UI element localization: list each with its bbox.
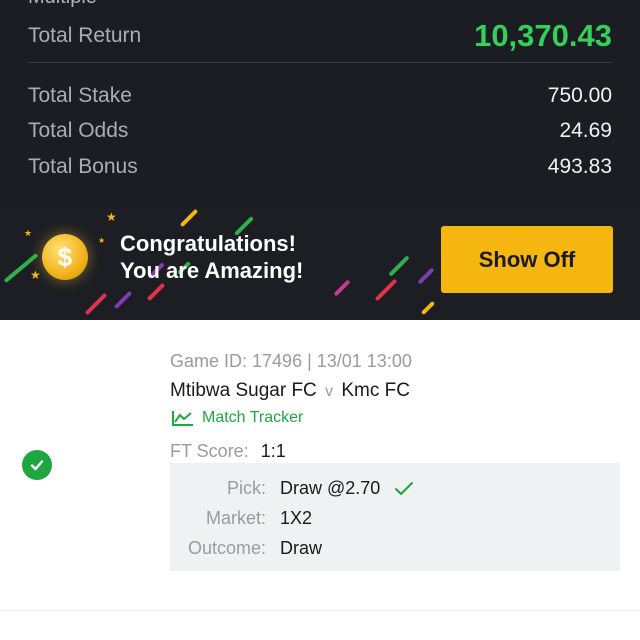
total-return-row: Total Return 10,370.43 xyxy=(28,18,612,54)
gold-coin-icon: $ xyxy=(42,234,88,280)
pick-value: Draw @2.70 xyxy=(280,478,381,498)
total-stake-label: Total Stake xyxy=(28,84,132,107)
congratulations-banner: ★ ★ ★ ★ $ Congratulations! You are Amazi… xyxy=(0,206,640,320)
selection-details: Pick: Draw @2.70 Market: 1X2 Outcome: Dr… xyxy=(170,463,620,571)
show-off-button[interactable]: Show Off xyxy=(441,226,613,293)
versus-label: v xyxy=(325,383,334,400)
ft-score-label: FT Score: xyxy=(170,441,249,461)
game-id: Game ID: 17496 | 13/01 13:00 xyxy=(170,351,412,371)
checkmark-icon xyxy=(395,481,414,495)
total-stake-value: 750.00 xyxy=(547,84,612,107)
outcome-value: Draw xyxy=(280,538,323,558)
ft-score: FT Score: 1:1 xyxy=(170,441,286,462)
market-row: Market: 1X2 xyxy=(170,508,312,529)
star-icon: ★ xyxy=(106,210,117,224)
match-tracker-label[interactable]: Match Tracker xyxy=(202,409,303,427)
away-team: Kmc FC xyxy=(341,380,410,401)
outcome-row: Outcome: Draw xyxy=(170,538,322,559)
chart-line-icon xyxy=(172,411,193,426)
total-stake-row: Total Stake 750.00 xyxy=(28,84,612,108)
total-bonus-label: Total Bonus xyxy=(28,155,138,178)
congratulations-text: Congratulations! You are Amazing! xyxy=(120,230,303,284)
confetti-streak xyxy=(374,278,398,302)
total-bonus-value: 493.83 xyxy=(547,155,612,178)
outcome-label: Outcome: xyxy=(187,538,266,558)
total-odds-value: 24.69 xyxy=(559,119,612,142)
section-divider xyxy=(0,610,640,611)
total-return-label: Total Return xyxy=(28,24,142,47)
confetti-streak xyxy=(417,267,435,285)
check-circle-icon xyxy=(22,450,52,480)
bet-summary-panel: Multiple Total Return 10,370.43 Total St… xyxy=(0,0,640,206)
home-team: Mtibwa Sugar FC xyxy=(170,380,317,401)
pick-row: Pick: Draw @2.70 xyxy=(170,478,414,499)
pick-label: Pick: xyxy=(226,478,266,498)
market-value: 1X2 xyxy=(280,508,313,528)
summary-divider xyxy=(28,62,612,63)
confetti-streak xyxy=(333,279,351,297)
star-icon: ★ xyxy=(30,268,41,282)
ft-score-value: 1:1 xyxy=(260,441,286,461)
star-icon: ★ xyxy=(98,236,106,245)
confetti-streak xyxy=(388,255,410,277)
total-return-value: 10,370.43 xyxy=(474,18,612,53)
total-odds-row: Total Odds 24.69 xyxy=(28,119,612,143)
market-label: Market: xyxy=(205,508,266,528)
confetti-streak xyxy=(113,290,133,310)
confetti-streak xyxy=(146,282,166,302)
match-teams: Mtibwa Sugar FC v Kmc FC xyxy=(170,380,410,402)
bet-type-label: Multiple xyxy=(28,0,97,9)
match-tracker-link[interactable]: Match Tracker xyxy=(172,409,303,427)
confetti-streak xyxy=(420,300,436,316)
congratulations-line-2: You are Amazing! xyxy=(120,258,304,283)
star-icon: ★ xyxy=(24,228,33,238)
confetti-streak xyxy=(84,292,108,316)
confetti-streak xyxy=(179,208,199,228)
total-odds-label: Total Odds xyxy=(28,119,129,142)
congratulations-line-1: Congratulations! xyxy=(120,231,296,256)
total-bonus-row: Total Bonus 493.83 xyxy=(28,155,612,179)
